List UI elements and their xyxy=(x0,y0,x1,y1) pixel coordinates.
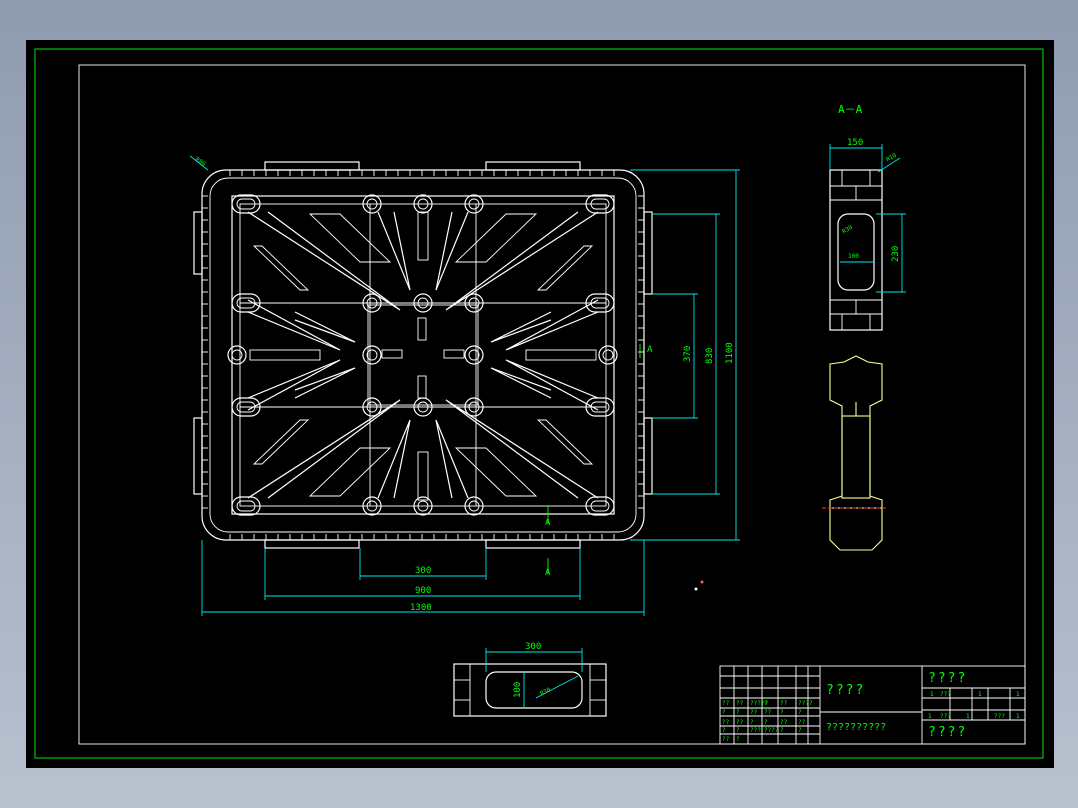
tb-sheet-0: 1 xyxy=(928,713,932,720)
tb-label-17: ?? xyxy=(798,719,806,726)
tb-label-20: ??? xyxy=(750,727,761,734)
rib-slot-6 xyxy=(381,349,403,359)
rib-slot-2 xyxy=(249,349,321,361)
rib-slot-1 xyxy=(417,451,429,501)
tb-label-9: ?? xyxy=(764,709,772,716)
tb-label-5: ???? xyxy=(798,700,813,707)
boss-15 xyxy=(464,345,484,365)
tb-label-0: ?? xyxy=(722,700,730,707)
tb-sheet-4: 1 xyxy=(1016,713,1020,720)
tb-label-8: ?? xyxy=(750,709,758,716)
tb-label-24: ?? xyxy=(722,736,730,743)
corner-radius-label: R80 xyxy=(194,156,207,168)
section-mark-bottom: A A xyxy=(545,506,551,578)
detail-view-bottom: 300 100 R30 xyxy=(453,642,607,717)
rib-slot-7 xyxy=(443,349,465,359)
tb-label-23: ? xyxy=(798,727,802,734)
cad-drawing: A A A R80 300 900 1300 370 830 1100 A－A … xyxy=(34,48,1044,759)
tb-label-10: ? xyxy=(780,709,784,716)
svg-text:A: A xyxy=(647,345,653,355)
dim-150: 150 xyxy=(847,138,863,148)
tb-scale-2: 1 xyxy=(978,691,982,698)
bottom-dim-300: 300 xyxy=(525,642,541,652)
tb-label-4: ?? xyxy=(780,700,788,707)
svg-text:A: A xyxy=(545,518,551,528)
drawing-number: ???? xyxy=(928,671,967,686)
rib-slot-0 xyxy=(417,211,429,261)
svg-text:R10: R10 xyxy=(885,152,898,164)
dim-1300: 1300 xyxy=(410,603,432,613)
cad-viewport[interactable]: A A A R80 300 900 1300 370 830 1100 A－A … xyxy=(26,40,1054,768)
tb-label-15: ? xyxy=(764,719,768,726)
material: ?????????? xyxy=(826,722,886,733)
section-mark-right: A xyxy=(639,344,653,358)
company: ???? xyxy=(928,725,967,740)
tb-sheet-2: 1 xyxy=(966,713,970,720)
section-title: A－A xyxy=(838,103,863,116)
title-block: ???? ?????????? ???? ???? 1??? 1 1 1??? 1??… xyxy=(719,665,1026,745)
tb-label-11: ? xyxy=(798,709,802,716)
boss-12 xyxy=(227,345,247,365)
tb-sheet-3: ??? xyxy=(994,713,1005,720)
dimensions-main: 300 900 1300 370 830 1100 xyxy=(201,169,740,616)
section-view-aa: A－A xyxy=(822,103,888,551)
tb-scale-0: 1 xyxy=(930,691,934,698)
tb-label-7: ? xyxy=(736,709,740,716)
svg-text:A: A xyxy=(545,568,551,578)
rib-slot-4 xyxy=(417,317,427,341)
tb-label-22: ? xyxy=(780,727,784,734)
tb-label-1: ?? xyxy=(736,700,744,707)
tb-label-3: ? xyxy=(764,700,768,707)
inner-frame xyxy=(78,64,1026,745)
boss-14 xyxy=(362,345,382,365)
dim-830: 830 xyxy=(705,348,715,364)
dim-370: 370 xyxy=(683,346,693,362)
dim-900: 900 xyxy=(415,586,431,596)
tb-scale-3: 1 xyxy=(1016,691,1020,698)
svg-text:100: 100 xyxy=(513,682,523,698)
pallet-plan-view xyxy=(193,161,653,549)
dim-1100: 1100 xyxy=(725,342,735,364)
tb-scale-1: ??? xyxy=(940,691,951,698)
svg-text:100: 100 xyxy=(848,253,859,260)
tb-label-12: ?? xyxy=(722,719,730,726)
rib-slot-3 xyxy=(525,349,597,361)
tb-label-6: ? xyxy=(722,709,726,716)
drawing-name: ???? xyxy=(826,683,865,698)
tb-label-16: ?? xyxy=(780,719,788,726)
tb-label-19: ? xyxy=(736,727,740,734)
tb-sheet-1: ??? xyxy=(940,713,951,720)
tb-label-25: ? xyxy=(736,736,740,743)
tb-label-13: ?? xyxy=(736,719,744,726)
rib-slot-5 xyxy=(417,375,427,399)
tb-label-14: ? xyxy=(750,719,754,726)
svg-text:R30: R30 xyxy=(841,224,854,236)
tb-label-18: ? xyxy=(722,727,726,734)
tb-label-21: ???? xyxy=(764,727,779,734)
dim-300: 300 xyxy=(415,566,431,576)
svg-text:230: 230 xyxy=(891,246,901,262)
svg-text:R30: R30 xyxy=(539,686,552,697)
